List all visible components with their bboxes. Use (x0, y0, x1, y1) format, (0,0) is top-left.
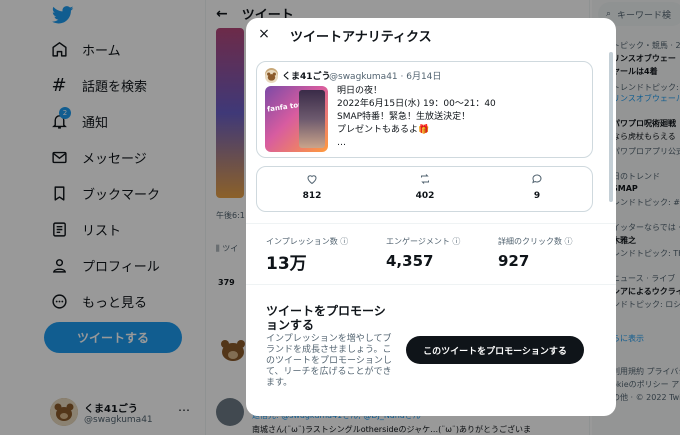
replies-stat: 9 (507, 173, 567, 201)
tweet-text-line: プレゼントもあるよ🎁 (337, 125, 430, 135)
tweet-text-line: … (337, 138, 346, 148)
metric-impressions: インプレッション数 ⓘ 13万 (266, 236, 348, 274)
metric-value: 13万 (266, 254, 307, 274)
metric-label: エンゲージメント ⓘ (386, 237, 461, 246)
metric-value: 4,357 (386, 252, 434, 270)
tweet-text-line: SMAP特番！緊急！生放送決定！ (337, 112, 471, 122)
heart-icon (282, 173, 342, 187)
modal-title: ツイートアナリティクス (290, 30, 432, 45)
tweet-preview-card[interactable]: くま41ごう @swagkuma41 · 6月14日 fanfa tonight… (256, 61, 593, 158)
retweets-stat: 402 (395, 173, 455, 201)
tweet-text-line: 明日の夜！ (337, 86, 383, 96)
metric-detail-clicks: 詳細のクリック数 ⓘ 927 (498, 236, 573, 270)
tweet-image[interactable]: fanfa tonight (265, 86, 328, 152)
tweet-author-name: くま41ごう (282, 72, 331, 82)
metric-label: 詳細のクリック数 ⓘ (498, 237, 573, 246)
promote-title: ツイートをプロモーションする (266, 304, 386, 332)
metric-value: 927 (498, 252, 530, 270)
likes-count: 812 (302, 191, 322, 201)
engagement-stats: 812 402 9 (256, 166, 593, 212)
tweet-author-meta: @swagkuma41 · 6月14日 (329, 72, 442, 82)
divider (246, 284, 616, 285)
tweet-analytics-modal: × ツイートアナリティクス くま41ごう @swagkuma41 · 6月14日… (246, 18, 616, 416)
metric-engagements: エンゲージメント ⓘ 4,357 (386, 236, 460, 270)
reply-bubble-icon (507, 173, 567, 187)
retweets-count: 402 (415, 191, 435, 201)
retweet-icon (395, 173, 455, 187)
modal-scrollbar[interactable] (608, 52, 614, 414)
modal-header: × ツイートアナリティクス (246, 18, 616, 52)
replies-count: 9 (533, 191, 541, 201)
tweet-text: 明日の夜！ 2022年6月15日(水) 19：00〜21：40 SMAP特番！緊… (337, 85, 496, 150)
divider (246, 223, 616, 224)
tweet-image-photo (299, 90, 325, 148)
promote-tweet-button[interactable]: このツイートをプロモーションする (406, 336, 584, 364)
metric-label: インプレッション数 ⓘ (266, 237, 349, 246)
promote-description: インプレッションを増やしてブランドを成長させましょう。このツイートをプロモーショ… (266, 334, 392, 388)
close-icon[interactable]: × (256, 26, 272, 42)
tweet-text-line: 2022年6月15日(水) 19：00〜21：40 (337, 99, 496, 109)
likes-stat: 812 (282, 173, 342, 201)
avatar (265, 68, 278, 83)
